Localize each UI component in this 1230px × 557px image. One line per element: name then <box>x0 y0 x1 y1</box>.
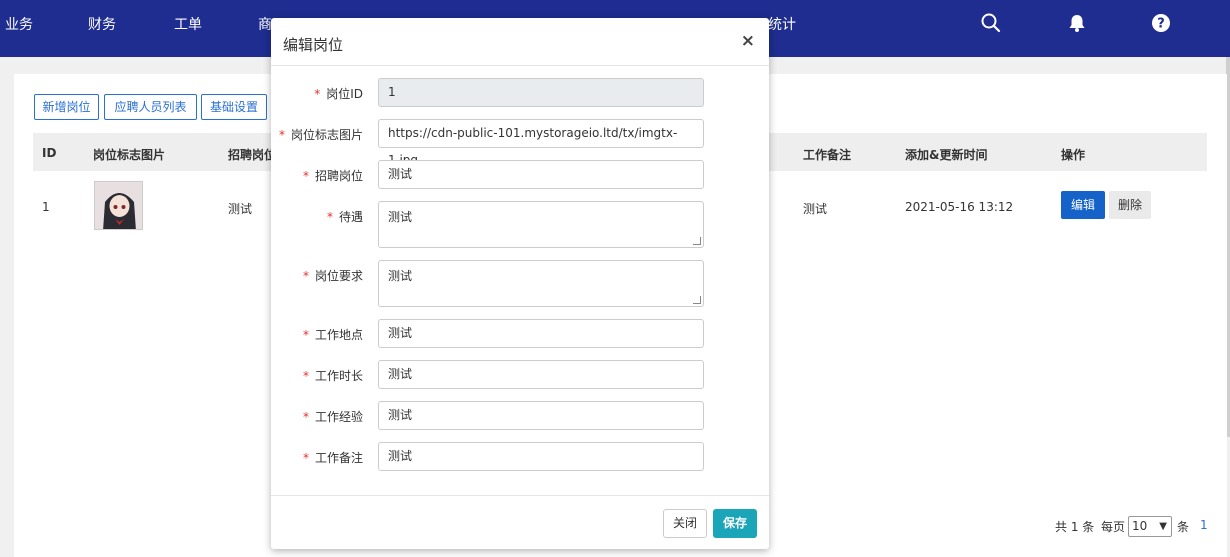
pager-per-page-label: 每页 <box>1101 520 1126 534</box>
required-mark: * <box>302 328 309 342</box>
cell-updated: 2021-05-16 13:12 <box>905 200 1014 214</box>
required-mark: * <box>302 169 309 183</box>
required-mark: * <box>326 210 333 224</box>
column-header-position: 招聘岗位 <box>228 148 277 162</box>
requirements-textarea[interactable]: 测试 <box>378 260 704 307</box>
requirements-value: 测试 <box>388 269 413 283</box>
field-label-text: 岗位标志图片 <box>290 128 363 142</box>
field-label-salary: * 待遇 <box>253 208 363 225</box>
per-page-select[interactable]: 10 ▼ <box>1128 516 1172 537</box>
pager-current-page[interactable]: 1 <box>1200 518 1208 532</box>
edit-button[interactable]: 编辑 <box>1061 191 1105 219</box>
field-label-text: 岗位ID <box>326 87 363 101</box>
column-header-id: ID <box>42 146 57 160</box>
column-header-updated: 添加&更新时间 <box>905 148 988 162</box>
cell-remark: 测试 <box>803 202 828 216</box>
nav-item-ticket[interactable]: 工单 <box>174 14 202 34</box>
image-url-input[interactable]: https://cdn-public-101.mystorageio.ltd/t… <box>378 119 704 167</box>
field-label-text: 岗位要求 <box>314 269 363 283</box>
field-label-text: 工作经验 <box>314 410 363 424</box>
location-input[interactable]: 测试 <box>378 319 704 348</box>
column-header-actions: 操作 <box>1061 148 1086 162</box>
field-label-experience: * 工作经验 <box>253 408 363 425</box>
nav-item-finance[interactable]: 财务 <box>88 14 116 34</box>
pager-total: 共 1 条 <box>1055 520 1095 534</box>
field-label-location: * 工作地点 <box>253 326 363 343</box>
field-label-text: 工作地点 <box>314 328 363 342</box>
field-label-requirements: * 岗位要求 <box>253 267 363 284</box>
per-page-value: 10 <box>1132 519 1148 533</box>
applicants-list-button[interactable]: 应聘人员列表 <box>104 94 197 120</box>
salary-value: 测试 <box>388 210 413 224</box>
cell-id: 1 <box>42 200 50 214</box>
pager-unit: 条 <box>1177 520 1190 534</box>
remark-input[interactable]: 测试 <box>378 442 704 471</box>
required-mark: * <box>314 87 321 101</box>
field-label-id: * 岗位ID <box>253 85 363 102</box>
position-id-input[interactable]: 1 <box>378 78 704 107</box>
svg-text:?: ? <box>1157 17 1165 32</box>
delete-button[interactable]: 删除 <box>1109 191 1151 219</box>
field-label-remark: * 工作备注 <box>253 449 363 466</box>
field-label-text: 待遇 <box>338 210 363 224</box>
close-icon[interactable]: × <box>741 31 755 51</box>
resize-grip-icon[interactable] <box>693 296 701 304</box>
field-label-text: 工作备注 <box>314 451 363 465</box>
required-mark: * <box>302 369 309 383</box>
column-header-remark: 工作备注 <box>803 148 852 162</box>
modal-footer: 关闭 保存 <box>271 495 769 549</box>
bell-icon[interactable] <box>1066 12 1088 34</box>
required-mark: * <box>278 128 285 142</box>
edit-position-modal: 编辑岗位 × * 岗位ID 1 * 岗位标志图片 https://cdn-publi… <box>271 18 769 549</box>
cell-position: 测试 <box>228 202 253 216</box>
modal-header: 编辑岗位 × <box>271 18 769 66</box>
search-icon[interactable] <box>980 12 1002 34</box>
close-button[interactable]: 关闭 <box>663 509 707 538</box>
field-label-image: * 岗位标志图片 <box>253 126 363 143</box>
required-mark: * <box>302 269 309 283</box>
field-label-position: * 招聘岗位 <box>253 167 363 184</box>
salary-textarea[interactable]: 测试 <box>378 201 704 248</box>
chevron-down-icon: ▼ <box>1159 521 1167 532</box>
help-icon[interactable]: ? <box>1150 12 1172 34</box>
field-label-hours: * 工作时长 <box>253 367 363 384</box>
position-name-input[interactable]: 测试 <box>378 160 704 189</box>
resize-grip-icon[interactable] <box>693 237 701 245</box>
modal-title: 编辑岗位 <box>283 36 344 54</box>
add-position-button[interactable]: 新增岗位 <box>34 94 99 120</box>
nav-item-business[interactable]: 业务 <box>5 14 33 34</box>
nav-item-shop[interactable]: 商 <box>258 14 272 34</box>
nav-item-stats[interactable]: 统计 <box>768 14 796 34</box>
column-header-image: 岗位标志图片 <box>93 148 166 162</box>
field-label-text: 招聘岗位 <box>314 169 363 183</box>
position-logo-image <box>94 181 143 230</box>
hours-input[interactable]: 测试 <box>378 360 704 389</box>
field-label-text: 工作时长 <box>314 369 363 383</box>
experience-input[interactable]: 测试 <box>378 401 704 430</box>
save-button[interactable]: 保存 <box>713 509 757 538</box>
required-mark: * <box>302 410 309 424</box>
required-mark: * <box>302 451 309 465</box>
